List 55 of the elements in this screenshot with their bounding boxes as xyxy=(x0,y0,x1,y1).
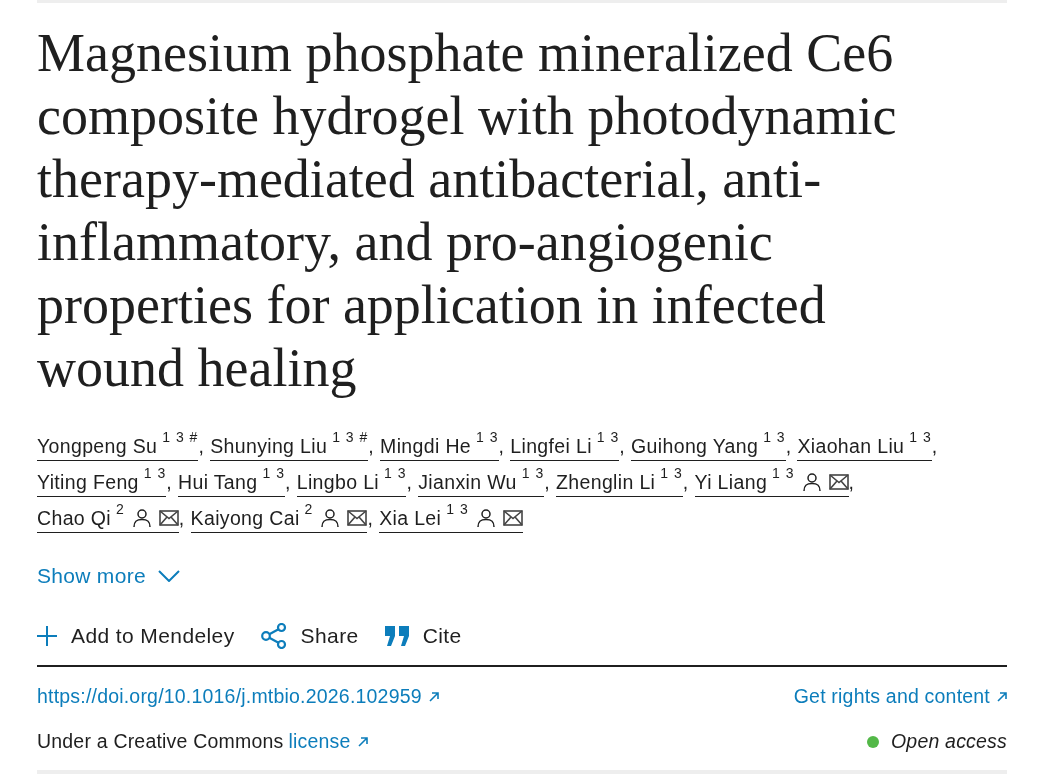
action-button[interactable]: Cite xyxy=(384,622,462,650)
author-link[interactable]: Xiaohan Liu $^{1 3}$ xyxy=(797,432,932,461)
person-icon xyxy=(476,509,495,527)
author-separator: , xyxy=(785,435,792,457)
author-link[interactable]: Kaiyong Cai $^{2}$ xyxy=(190,504,368,533)
show-more-button[interactable]: Show more xyxy=(37,562,180,590)
author-separator: , xyxy=(284,471,291,493)
action-button[interactable]: Share xyxy=(260,622,359,650)
envelope-icon xyxy=(347,510,368,526)
author-link[interactable]: Yongpeng Su 1 3 # xyxy=(37,432,199,461)
plus-icon xyxy=(37,626,57,646)
chevron-down-icon xyxy=(157,570,180,582)
author-separator: , xyxy=(368,435,375,457)
author-link[interactable]: Mingdi He $^{1 3}$ xyxy=(380,432,499,461)
author-link[interactable]: Guihong Yang $^{1 3}$ xyxy=(631,432,786,461)
author-link[interactable]: Yi Liang $^{1 3}$ xyxy=(694,468,849,497)
author-separator: , xyxy=(166,471,173,493)
envelope-icon xyxy=(502,510,523,526)
doi-link[interactable]: https://doi.org/10.1016/j.mtbio.2026.102959 xyxy=(37,682,439,712)
author-link[interactable]: Yiting Feng $^{1 3}$ xyxy=(37,468,167,497)
author-separator: , xyxy=(619,435,626,457)
author-separator: , xyxy=(367,507,374,529)
author-separator: , xyxy=(406,471,413,493)
license-text: Under a Creative Commons xyxy=(37,729,284,755)
person-icon xyxy=(132,509,151,527)
author-link[interactable]: Jianxin Wu $^{1 3}$ xyxy=(418,468,545,497)
author-link[interactable]: Chao Qi $^{2}$ xyxy=(37,504,179,533)
author-link[interactable]: Zhenglin Li $^{1 3}$ xyxy=(556,468,683,497)
author-link[interactable]: Shunying Liu 1 3 # xyxy=(210,432,369,461)
person-icon xyxy=(802,473,821,491)
author-separator: , xyxy=(178,507,185,529)
quote-icon xyxy=(384,626,409,646)
action-button[interactable]: Add to Mendeley xyxy=(37,622,235,650)
access-label: Open access xyxy=(891,729,1007,755)
arrow-up-right-icon xyxy=(428,692,439,703)
author-link[interactable]: Hui Tang $^{1 3}$ xyxy=(178,468,285,497)
arrow-up-right-icon xyxy=(997,692,1007,703)
author-separator: , xyxy=(931,435,938,457)
status-dot-icon xyxy=(867,736,879,748)
author-separator: , xyxy=(848,471,855,493)
license-link[interactable]: license xyxy=(288,727,368,757)
author-link[interactable]: Xia Lei $^{1 3}$ xyxy=(379,504,523,533)
author-link[interactable]: Lingfei Li $^{1 3}$ xyxy=(510,432,620,461)
author-separator: , xyxy=(544,471,551,493)
person-icon xyxy=(321,509,340,527)
envelope-icon xyxy=(828,474,849,490)
arrow-up-right-icon xyxy=(357,737,368,748)
author-link[interactable]: Lingbo Li $^{1 3}$ xyxy=(296,468,407,497)
rights-link[interactable]: Get rights and content xyxy=(793,682,1007,712)
author-separator: , xyxy=(682,471,689,493)
author-separator: , xyxy=(198,435,205,457)
article-title: Magnesium phosphate mineralized Ce6 composite hydrogel with photodynamic therapy-mediated antibacterial, anti-inflammatory, and pro-angiogenic properties for application in infected wound healing xyxy=(37,22,898,400)
author-separator: , xyxy=(498,435,505,457)
envelope-icon xyxy=(158,510,179,526)
share-icon xyxy=(260,623,287,649)
